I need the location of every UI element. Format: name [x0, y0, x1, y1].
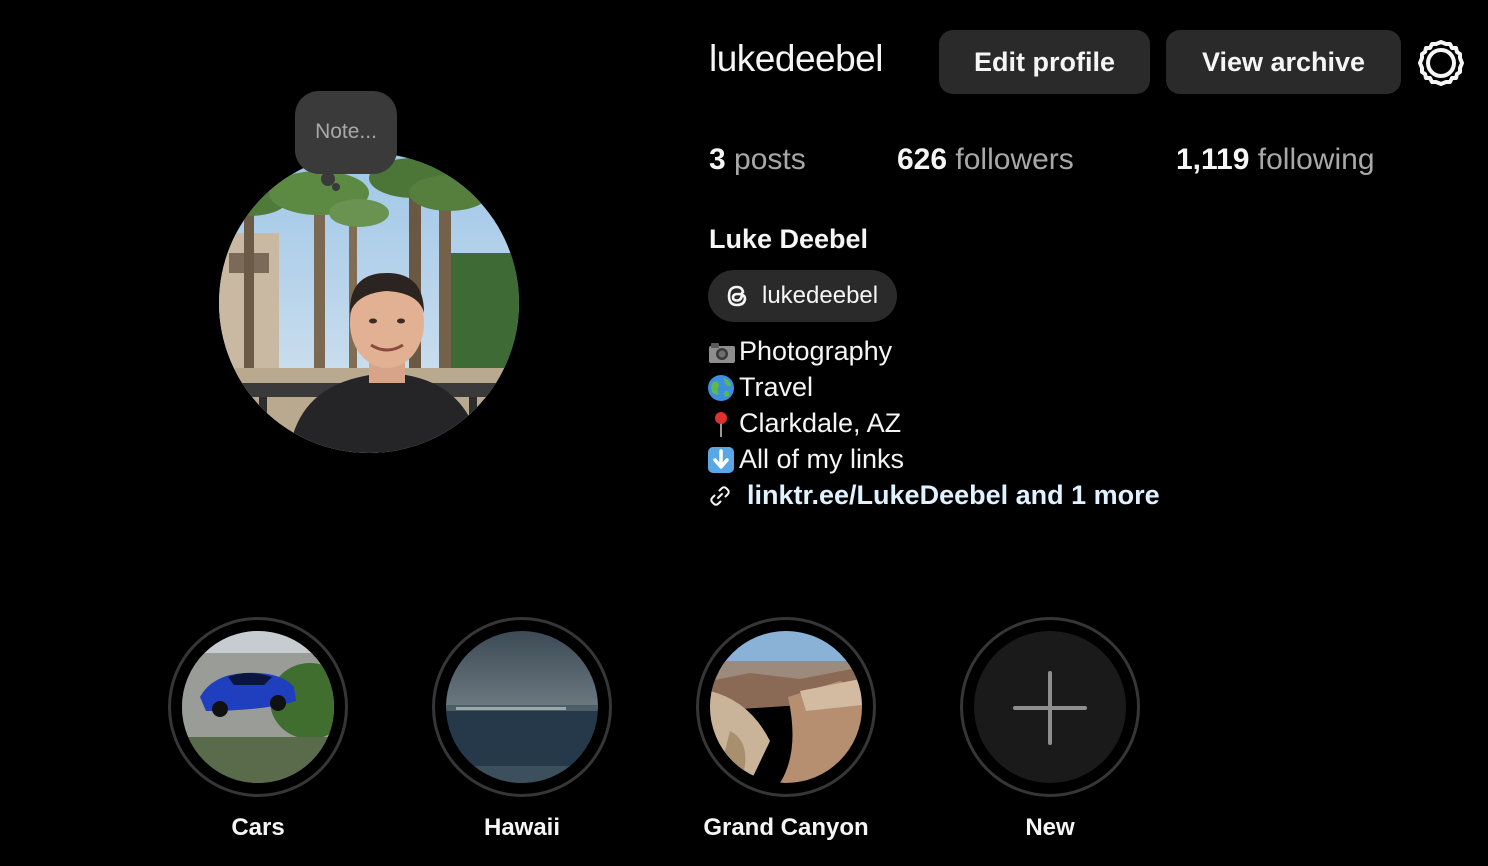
highlight-label: Grand Canyon	[703, 814, 869, 841]
bio-line: Clarkdale, AZ	[707, 408, 901, 439]
gear-icon[interactable]	[1417, 39, 1465, 87]
bio-line: Photography	[707, 336, 892, 367]
highlight-new[interactable]: New	[960, 617, 1140, 841]
bio-line: Travel	[707, 372, 813, 403]
link-icon	[710, 485, 730, 506]
profile-avatar[interactable]	[219, 153, 519, 453]
highlight-label: Cars	[231, 814, 285, 841]
highlight-cars[interactable]: Cars	[168, 617, 348, 841]
posts-label: posts	[734, 143, 806, 176]
bio-text: Travel	[739, 372, 814, 402]
highlight-label: New	[1025, 814, 1075, 841]
canyon-thumbnail	[710, 631, 862, 783]
profile-photo	[219, 153, 519, 453]
threads-icon	[727, 285, 747, 307]
bio-text: Clarkdale, AZ	[739, 408, 902, 438]
view-archive-button[interactable]: View archive	[1166, 30, 1401, 94]
car-thumbnail	[182, 631, 334, 783]
profile-username: lukedeebel	[709, 38, 883, 79]
bio-link[interactable]: linktr.ee/LukeDeebel and 1 more	[707, 480, 1160, 511]
globe-emoji	[708, 374, 734, 401]
following-count: 1,119	[1176, 143, 1250, 176]
posts-stat: 3 posts	[709, 143, 806, 177]
note-bubble[interactable]: Note...	[295, 91, 397, 174]
followers-count: 626	[897, 143, 948, 176]
down-arrow-emoji	[708, 446, 734, 473]
followers-stat[interactable]: 626 followers	[897, 143, 1074, 177]
plus-icon	[1013, 671, 1087, 745]
note-tail-dot	[332, 183, 340, 191]
note-placeholder: Note...	[315, 119, 377, 143]
pin-emoji	[715, 411, 727, 437]
threads-badge[interactable]: lukedeebel	[708, 270, 897, 322]
bio-line: All of my links	[707, 444, 904, 475]
highlight-hawaii[interactable]: Hawaii	[432, 617, 612, 841]
highlight-grand-canyon[interactable]: Grand Canyon	[696, 617, 876, 841]
bio-link-text: linktr.ee/LukeDeebel and 1 more	[747, 480, 1160, 510]
following-label: following	[1257, 143, 1375, 176]
highlight-label: Hawaii	[483, 814, 561, 841]
bio-text: All of my links	[739, 444, 905, 474]
edit-profile-button[interactable]: Edit profile	[939, 30, 1150, 94]
highlight-ring	[168, 617, 348, 797]
highlight-ring	[696, 617, 876, 797]
camera-emoji	[709, 342, 735, 363]
threads-handle: lukedeebel	[762, 282, 879, 309]
highlight-ring	[960, 617, 1140, 797]
ocean-thumbnail	[446, 631, 598, 783]
new-highlight-circle	[974, 631, 1126, 783]
followers-label: followers	[955, 143, 1074, 176]
profile-full-name: Luke Deebel	[709, 224, 869, 254]
following-stat[interactable]: 1,119 following	[1176, 143, 1375, 177]
posts-count: 3	[709, 143, 726, 176]
highlight-ring	[432, 617, 612, 797]
bio-text: Photography	[739, 336, 893, 366]
